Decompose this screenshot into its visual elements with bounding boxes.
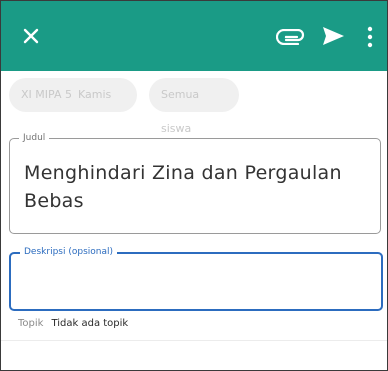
post-editor-screen: XI MIPA 5 Kamis Semua siswa Judul Menghin… (0, 0, 388, 371)
title-field[interactable]: Judul Menghindari Zina dan Pergaulan Beb… (9, 131, 381, 234)
topic-label: Topik (18, 318, 44, 329)
app-bar (1, 1, 387, 71)
close-icon[interactable] (21, 26, 41, 46)
send-icon[interactable] (321, 24, 345, 48)
description-field[interactable]: Deskripsi (opsional) (9, 245, 383, 311)
class-chip-day: Kamis (77, 88, 112, 101)
title-field-label: Judul (19, 131, 50, 145)
audience-chips: XI MIPA 5 Kamis Semua siswa (1, 71, 387, 135)
students-chip[interactable]: Semua siswa (149, 78, 239, 135)
title-input[interactable]: Menghindari Zina dan Pergaulan Bebas (24, 159, 364, 215)
description-input[interactable] (23, 270, 363, 294)
class-chip-name: XI MIPA 5 (21, 88, 72, 101)
description-field-label: Deskripsi (opsional) (20, 245, 117, 259)
divider (1, 340, 387, 341)
attachment-icon[interactable] (276, 29, 306, 45)
topic-selector[interactable]: Topik Tidak ada topik (18, 315, 128, 333)
topic-value: Tidak ada topik (51, 318, 129, 329)
more-vert-icon[interactable] (365, 25, 375, 49)
class-chip[interactable]: XI MIPA 5 Kamis (9, 78, 137, 112)
